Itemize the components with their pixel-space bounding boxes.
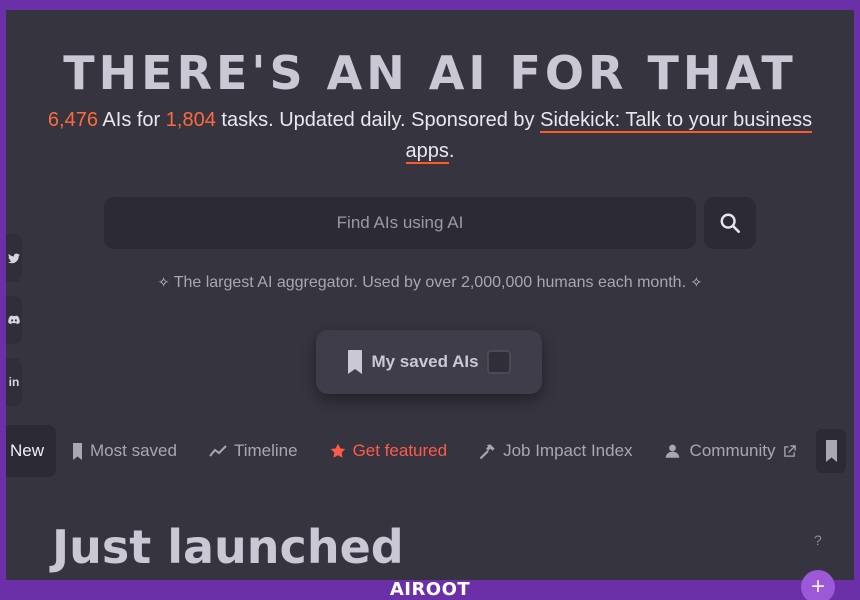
bookmark-icon — [348, 350, 363, 374]
my-saved-ais-label: My saved AIs — [371, 352, 479, 371]
search-input[interactable] — [104, 197, 696, 249]
tab-label: Get featured — [352, 441, 448, 460]
hero-subtitle: 6,476 AIs for 1,804 tasks. Updated daily… — [46, 105, 814, 167]
ai-count-text: AIs for — [97, 109, 166, 131]
tab-label: Most saved — [90, 441, 177, 460]
tab-job-impact-index[interactable]: Job Impact Index — [463, 425, 648, 477]
external-link-icon — [783, 444, 796, 457]
hammer-icon — [480, 443, 495, 459]
plus-fab-button[interactable]: + — [801, 570, 835, 600]
tab-community[interactable]: Community — [649, 425, 812, 477]
bookmarks-tab[interactable] — [816, 429, 846, 473]
tab-label: Timeline — [233, 441, 298, 460]
star-icon — [330, 443, 345, 458]
watermark-logo: AIROOT — [389, 579, 471, 600]
tagline: ✧ The largest AI aggregator. Used by ove… — [6, 274, 854, 292]
task-count-text: tasks. Updated daily. Sponsored by — [215, 109, 541, 131]
tab-most-saved[interactable]: Most saved — [56, 425, 193, 477]
linkedin-icon: in — [8, 375, 20, 389]
linkedin-link[interactable]: in — [6, 358, 22, 406]
discord-icon — [8, 315, 20, 325]
discord-link[interactable] — [6, 296, 22, 344]
saved-checkbox[interactable] — [486, 350, 511, 374]
search-button[interactable] — [704, 197, 756, 249]
subtitle-period: . — [448, 140, 455, 162]
search-icon — [720, 213, 740, 233]
tab-timeline[interactable]: Timeline — [193, 425, 314, 477]
ai-count: 6,476 — [47, 109, 98, 131]
search-box — [104, 197, 696, 249]
tab-label: New — [10, 441, 45, 460]
tab-label: Community — [689, 441, 776, 460]
page-frame: THERE'S AN AI FOR THAT 6,476 AIs for 1,8… — [6, 10, 854, 580]
my-saved-ais-button[interactable]: My saved AIs — [316, 330, 542, 394]
bookmark-icon — [73, 442, 83, 460]
plus-icon: + — [810, 573, 825, 600]
tab-new[interactable]: New — [6, 425, 57, 477]
help-icon[interactable]: ? — [814, 532, 822, 548]
twitter-icon — [8, 253, 20, 263]
bookmark-icon — [825, 440, 837, 462]
sparkle-icon-right: ✧ — [690, 274, 703, 290]
sparkle-icon-left: ✧ — [157, 274, 170, 290]
task-count: 1,804 — [165, 109, 216, 131]
tagline-text: The largest AI aggregator. Used by over … — [173, 274, 687, 291]
hero-title: THERE'S AN AI FOR THAT — [63, 46, 797, 100]
category-nav: New Most saved Timeline Get featured Job… — [6, 423, 854, 479]
tab-get-featured[interactable]: Get featured — [314, 425, 464, 477]
trend-icon — [209, 445, 227, 457]
people-icon — [665, 444, 679, 458]
section-title: Just launched — [52, 520, 404, 574]
tab-label: Job Impact Index — [503, 441, 633, 460]
